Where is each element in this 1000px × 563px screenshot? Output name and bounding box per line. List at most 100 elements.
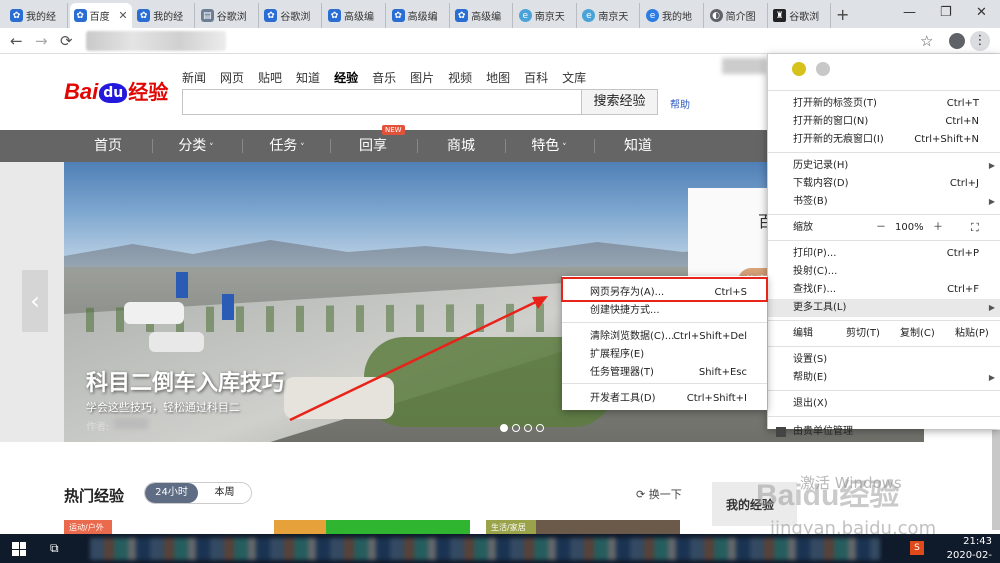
menu-separator (768, 240, 1000, 241)
browser-tab[interactable]: ✿ 我的经 (133, 3, 196, 28)
browser-tab[interactable]: e 南京天 (578, 3, 641, 28)
fullscreen-icon[interactable]: ⛶ (971, 219, 979, 237)
submenu-item[interactable]: 开发者工具(D) Ctrl+Shift+I (562, 390, 767, 407)
car-image (149, 332, 204, 352)
menu-item[interactable]: 查找(F)... Ctrl+F (768, 281, 1000, 299)
browser-tab[interactable]: ✿ 高级编 (324, 3, 386, 28)
browser-tab[interactable]: ✿ 高级编 (388, 3, 450, 28)
carousel-dot[interactable] (500, 424, 508, 432)
toggle-24h[interactable]: 24小时 (145, 483, 198, 503)
chrome-menu-button[interactable]: ⋮ (970, 31, 990, 51)
menu-item[interactable]: 更多工具(L) ▶ (768, 299, 1000, 317)
close-window-button[interactable]: ✕ (976, 5, 987, 20)
submenu-item[interactable]: 扩展程序(E) (562, 346, 767, 363)
bookmark-star-icon[interactable]: ☆ (920, 32, 933, 50)
forward-button[interactable]: → (35, 32, 48, 50)
menu-item[interactable]: 历史记录(H) ▶ (768, 157, 1000, 175)
menu-item[interactable]: 打开新的窗口(N) Ctrl+N (768, 113, 1000, 131)
taskbar-clock[interactable]: 21:43 2020-02-17 (936, 535, 992, 563)
profile-avatar[interactable] (949, 33, 965, 49)
menu-item[interactable]: 书签(B) ▶ (768, 193, 1000, 211)
carousel-dot[interactable] (524, 424, 532, 432)
managed-by-org-item[interactable]: 由贵单位管理 (768, 423, 1000, 441)
scrollbar-thumb[interactable] (992, 430, 1000, 530)
baidu-jingyan-logo[interactable]: Bai du 经验 (64, 76, 168, 105)
browser-tab[interactable]: ◐ 简介图 (706, 3, 768, 28)
card-thumb[interactable] (274, 520, 326, 534)
copy-button[interactable]: 复制(C) (900, 325, 935, 343)
top-nav-item[interactable]: 贴吧 (258, 69, 282, 86)
cut-button[interactable]: 剪切(T) (846, 325, 880, 343)
menu-item[interactable]: 打印(P)... Ctrl+P (768, 245, 1000, 263)
submenu-item[interactable]: 创建快捷方式... (562, 302, 767, 319)
submenu-item[interactable]: 任务管理器(T) Shift+Esc (562, 364, 767, 381)
top-nav-item[interactable]: 新闻 (182, 69, 206, 86)
search-input[interactable] (182, 89, 582, 115)
paste-button[interactable]: 粘贴(P) (955, 325, 989, 343)
banner-title[interactable]: 科目二倒车入库技巧 (86, 365, 284, 397)
category-nav-item[interactable]: 任务 ˅ (247, 130, 327, 162)
category-nav-item[interactable]: 商城 (421, 130, 501, 162)
close-tab-icon[interactable]: ✕ (118, 9, 127, 22)
zoom-out-button[interactable]: － (876, 219, 886, 237)
category-nav-item[interactable]: 分类 ˅ (156, 130, 236, 162)
extension-icon[interactable] (792, 62, 806, 76)
carousel-dot[interactable] (536, 424, 544, 432)
menu-item[interactable]: 打开新的无痕窗口(I) Ctrl+Shift+N (768, 131, 1000, 149)
start-button[interactable] (12, 542, 26, 556)
nav-separator (505, 139, 506, 153)
minimize-button[interactable]: — (903, 5, 916, 20)
top-nav-item[interactable]: 文库 (562, 69, 586, 86)
browser-tab[interactable]: ▤ 谷歌浏 (197, 3, 259, 28)
menu-item-label: 退出(X) (793, 398, 828, 409)
browser-tab[interactable]: ✿ 我的经 (6, 3, 68, 28)
zoom-in-button[interactable]: ＋ (933, 219, 943, 237)
submenu-item[interactable]: 清除浏览数据(C)... Ctrl+Shift+Del (562, 328, 767, 345)
top-nav-item[interactable]: 百科 (524, 69, 548, 86)
top-nav-item[interactable]: 经验 (334, 69, 358, 86)
menu-item[interactable]: 打开新的标签页(T) Ctrl+T (768, 95, 1000, 113)
new-tab-button[interactable]: + (836, 5, 849, 24)
submenu-separator (562, 383, 767, 384)
carousel-prev-arrow[interactable]: ‹ (22, 270, 48, 332)
top-nav-item[interactable]: 知道 (296, 69, 320, 86)
restore-button[interactable]: ❐ (940, 5, 952, 20)
top-nav-item[interactable]: 音乐 (372, 69, 396, 86)
menu-item[interactable]: 下载内容(D) Ctrl+J (768, 175, 1000, 193)
taskbar-pinned-apps-blurred[interactable] (90, 538, 880, 560)
browser-tab[interactable]: e 南京天 (515, 3, 577, 28)
menu-item[interactable]: 退出(X) (768, 395, 1000, 413)
search-button[interactable]: 搜索经验 (581, 89, 658, 115)
back-button[interactable]: ← (10, 32, 23, 50)
top-nav-item[interactable]: 视频 (448, 69, 472, 86)
chevron-down-icon: ˅ (206, 143, 214, 153)
card-thumb[interactable] (536, 520, 680, 534)
help-link[interactable]: 帮助 (670, 96, 690, 111)
category-nav-item[interactable]: 首页 (68, 130, 148, 162)
menu-item-label: 投射(C)... (793, 266, 838, 277)
menu-item[interactable]: 设置(S) (768, 351, 1000, 369)
card-thumb[interactable] (326, 520, 470, 534)
toggle-week[interactable]: 本周 (198, 483, 251, 503)
carousel-dot[interactable] (512, 424, 520, 432)
tag-extension-icon[interactable] (816, 62, 830, 76)
category-nav-item[interactable]: 特色 ˅ (509, 130, 589, 162)
browser-tab[interactable]: ♜ 谷歌浏 (769, 3, 832, 28)
menu-item[interactable]: 帮助(E) ▶ (768, 369, 1000, 387)
task-view-icon[interactable]: ⧉ (50, 541, 59, 556)
ime-tray-icon[interactable]: S (910, 541, 924, 555)
reload-button[interactable]: ⟳ (60, 32, 73, 50)
top-nav-item[interactable]: 网页 (220, 69, 244, 86)
browser-tab[interactable]: ✿ 高级编 (451, 3, 514, 28)
top-nav-item[interactable]: 图片 (410, 69, 434, 86)
category-nav-item[interactable]: 知道 (598, 130, 678, 162)
address-bar[interactable] (86, 31, 226, 51)
top-nav-item[interactable]: 地图 (486, 69, 510, 86)
menu-item[interactable]: 投射(C)... (768, 263, 1000, 281)
card-tag: 生活/家居 (491, 523, 526, 532)
browser-tab[interactable]: ✿ 谷歌浏 (260, 3, 323, 28)
browser-tab[interactable]: e 我的地 (642, 3, 704, 28)
browser-tab[interactable]: ✿ 百度 ✕ (69, 3, 132, 28)
user-info-blurred[interactable] (722, 58, 766, 74)
refresh-button[interactable]: ⟳ 换一下 (636, 486, 682, 502)
